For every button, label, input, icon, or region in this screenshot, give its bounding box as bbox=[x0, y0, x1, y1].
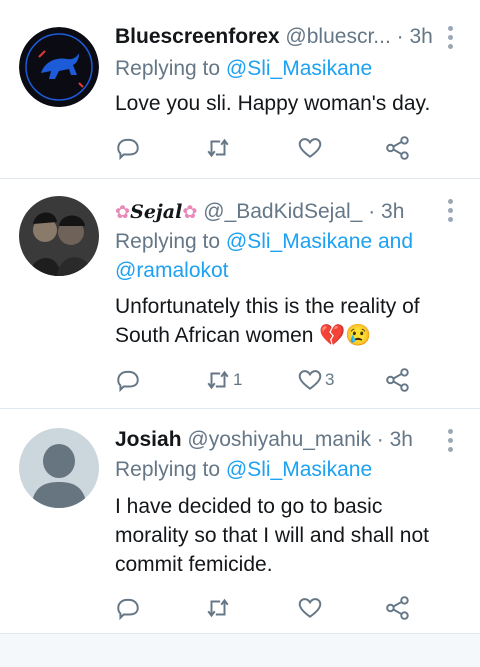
reply-button[interactable] bbox=[115, 134, 141, 162]
replying-to: Replying to @Sli_Masikane bbox=[115, 54, 372, 84]
avatar-josiah[interactable] bbox=[19, 428, 99, 508]
tweet-body-line: I have decided to go to basic bbox=[115, 495, 383, 518]
more-vertical-icon[interactable] bbox=[448, 26, 454, 53]
handle[interactable]: @_BadKidSejal_ bbox=[203, 200, 362, 223]
avatar-photo bbox=[19, 196, 99, 276]
like-button[interactable] bbox=[297, 134, 323, 162]
retweet-icon bbox=[207, 598, 229, 618]
retweet-button[interactable] bbox=[205, 594, 231, 622]
tweet-header: Josiah @yoshiyahu_manik · 3h bbox=[115, 427, 432, 453]
display-name[interactable]: Josiah bbox=[115, 428, 182, 451]
share-icon bbox=[386, 596, 409, 620]
reply-icon bbox=[117, 598, 139, 621]
display-name[interactable]: Sejal bbox=[130, 201, 182, 223]
reply-button[interactable] bbox=[115, 594, 141, 622]
like-button[interactable]: 3 bbox=[297, 366, 334, 394]
retweet-count: 1 bbox=[233, 370, 243, 389]
mention-link[interactable]: @Sli_Masikane bbox=[226, 230, 372, 253]
tweet-body-line: South African women 💔😢 bbox=[115, 324, 372, 347]
action-bar bbox=[115, 594, 435, 622]
reply-button[interactable] bbox=[115, 366, 141, 394]
avatar-sejal[interactable] bbox=[19, 196, 99, 276]
share-button[interactable] bbox=[385, 366, 411, 394]
share-icon bbox=[386, 136, 409, 160]
share-button[interactable] bbox=[385, 134, 411, 162]
retweet-button[interactable]: 1 bbox=[205, 366, 242, 394]
more-vertical-icon[interactable] bbox=[448, 199, 454, 226]
bluescreen-logo bbox=[19, 27, 99, 107]
replying-prefix: Replying to bbox=[115, 458, 221, 481]
tweet-1[interactable]: Bluescreenforex @bluescr... · 3h Replyin… bbox=[0, 0, 480, 178]
replying-to-continued: @ramalokot bbox=[115, 256, 229, 286]
display-name[interactable]: Bluescreenforex bbox=[115, 25, 280, 48]
like-count: 3 bbox=[325, 370, 335, 389]
like-button[interactable] bbox=[297, 594, 323, 622]
flower-emoji-icon: ✿ bbox=[115, 202, 131, 222]
timestamp: · 3h bbox=[368, 200, 405, 223]
replying-to: Replying to @Sli_Masikane and bbox=[115, 227, 413, 257]
tweet-body: Love you sli. Happy woman's day. bbox=[115, 92, 431, 115]
replying-prefix: Replying to bbox=[115, 230, 221, 253]
avatar-bluescreenforex[interactable] bbox=[19, 27, 99, 107]
mention-and: and bbox=[377, 230, 414, 253]
replying-to: Replying to @Sli_Masikane bbox=[115, 455, 372, 485]
handle[interactable]: @bluescr... bbox=[285, 25, 390, 48]
timestamp: · 3h bbox=[376, 428, 413, 451]
timestamp: · 3h bbox=[396, 25, 432, 48]
retweet-icon bbox=[207, 138, 229, 158]
tweet-body-line: commit femicide. bbox=[115, 553, 273, 576]
action-bar: 1 3 bbox=[115, 366, 435, 394]
retweet-button[interactable] bbox=[205, 134, 231, 162]
reply-icon bbox=[117, 370, 139, 393]
tweet-2[interactable]: ✿Sejal✿ @_BadKidSejal_ · 3h Replying to … bbox=[0, 179, 480, 408]
tweet-header: Bluescreenforex @bluescr... · 3h bbox=[115, 24, 432, 50]
more-vertical-icon[interactable] bbox=[448, 429, 454, 456]
replying-prefix: Replying to bbox=[115, 57, 221, 80]
heart-icon bbox=[298, 598, 322, 618]
heart-icon bbox=[298, 370, 322, 390]
reply-icon bbox=[117, 138, 139, 161]
action-bar bbox=[115, 134, 435, 162]
retweet-icon bbox=[207, 370, 229, 390]
tweet-3[interactable]: Josiah @yoshiyahu_manik · 3h Replying to… bbox=[0, 409, 480, 633]
heart-icon bbox=[298, 138, 322, 158]
tweet-body-line: Unfortunately this is the reality of bbox=[115, 295, 420, 318]
mention-link[interactable]: @ramalokot bbox=[115, 259, 229, 282]
handle[interactable]: @yoshiyahu_manik bbox=[187, 428, 371, 451]
default-avatar-icon bbox=[19, 428, 99, 508]
tweet-body-line: morality so that I will and shall not bbox=[115, 524, 429, 547]
next-tweet-edge bbox=[0, 633, 480, 667]
flower-emoji-icon: ✿ bbox=[182, 202, 198, 222]
tweet-header: ✿Sejal✿ @_BadKidSejal_ · 3h bbox=[115, 199, 432, 225]
mention-link[interactable]: @Sli_Masikane bbox=[226, 458, 372, 481]
mention-link[interactable]: @Sli_Masikane bbox=[226, 57, 372, 80]
share-button[interactable] bbox=[385, 594, 411, 622]
share-icon bbox=[386, 368, 409, 392]
